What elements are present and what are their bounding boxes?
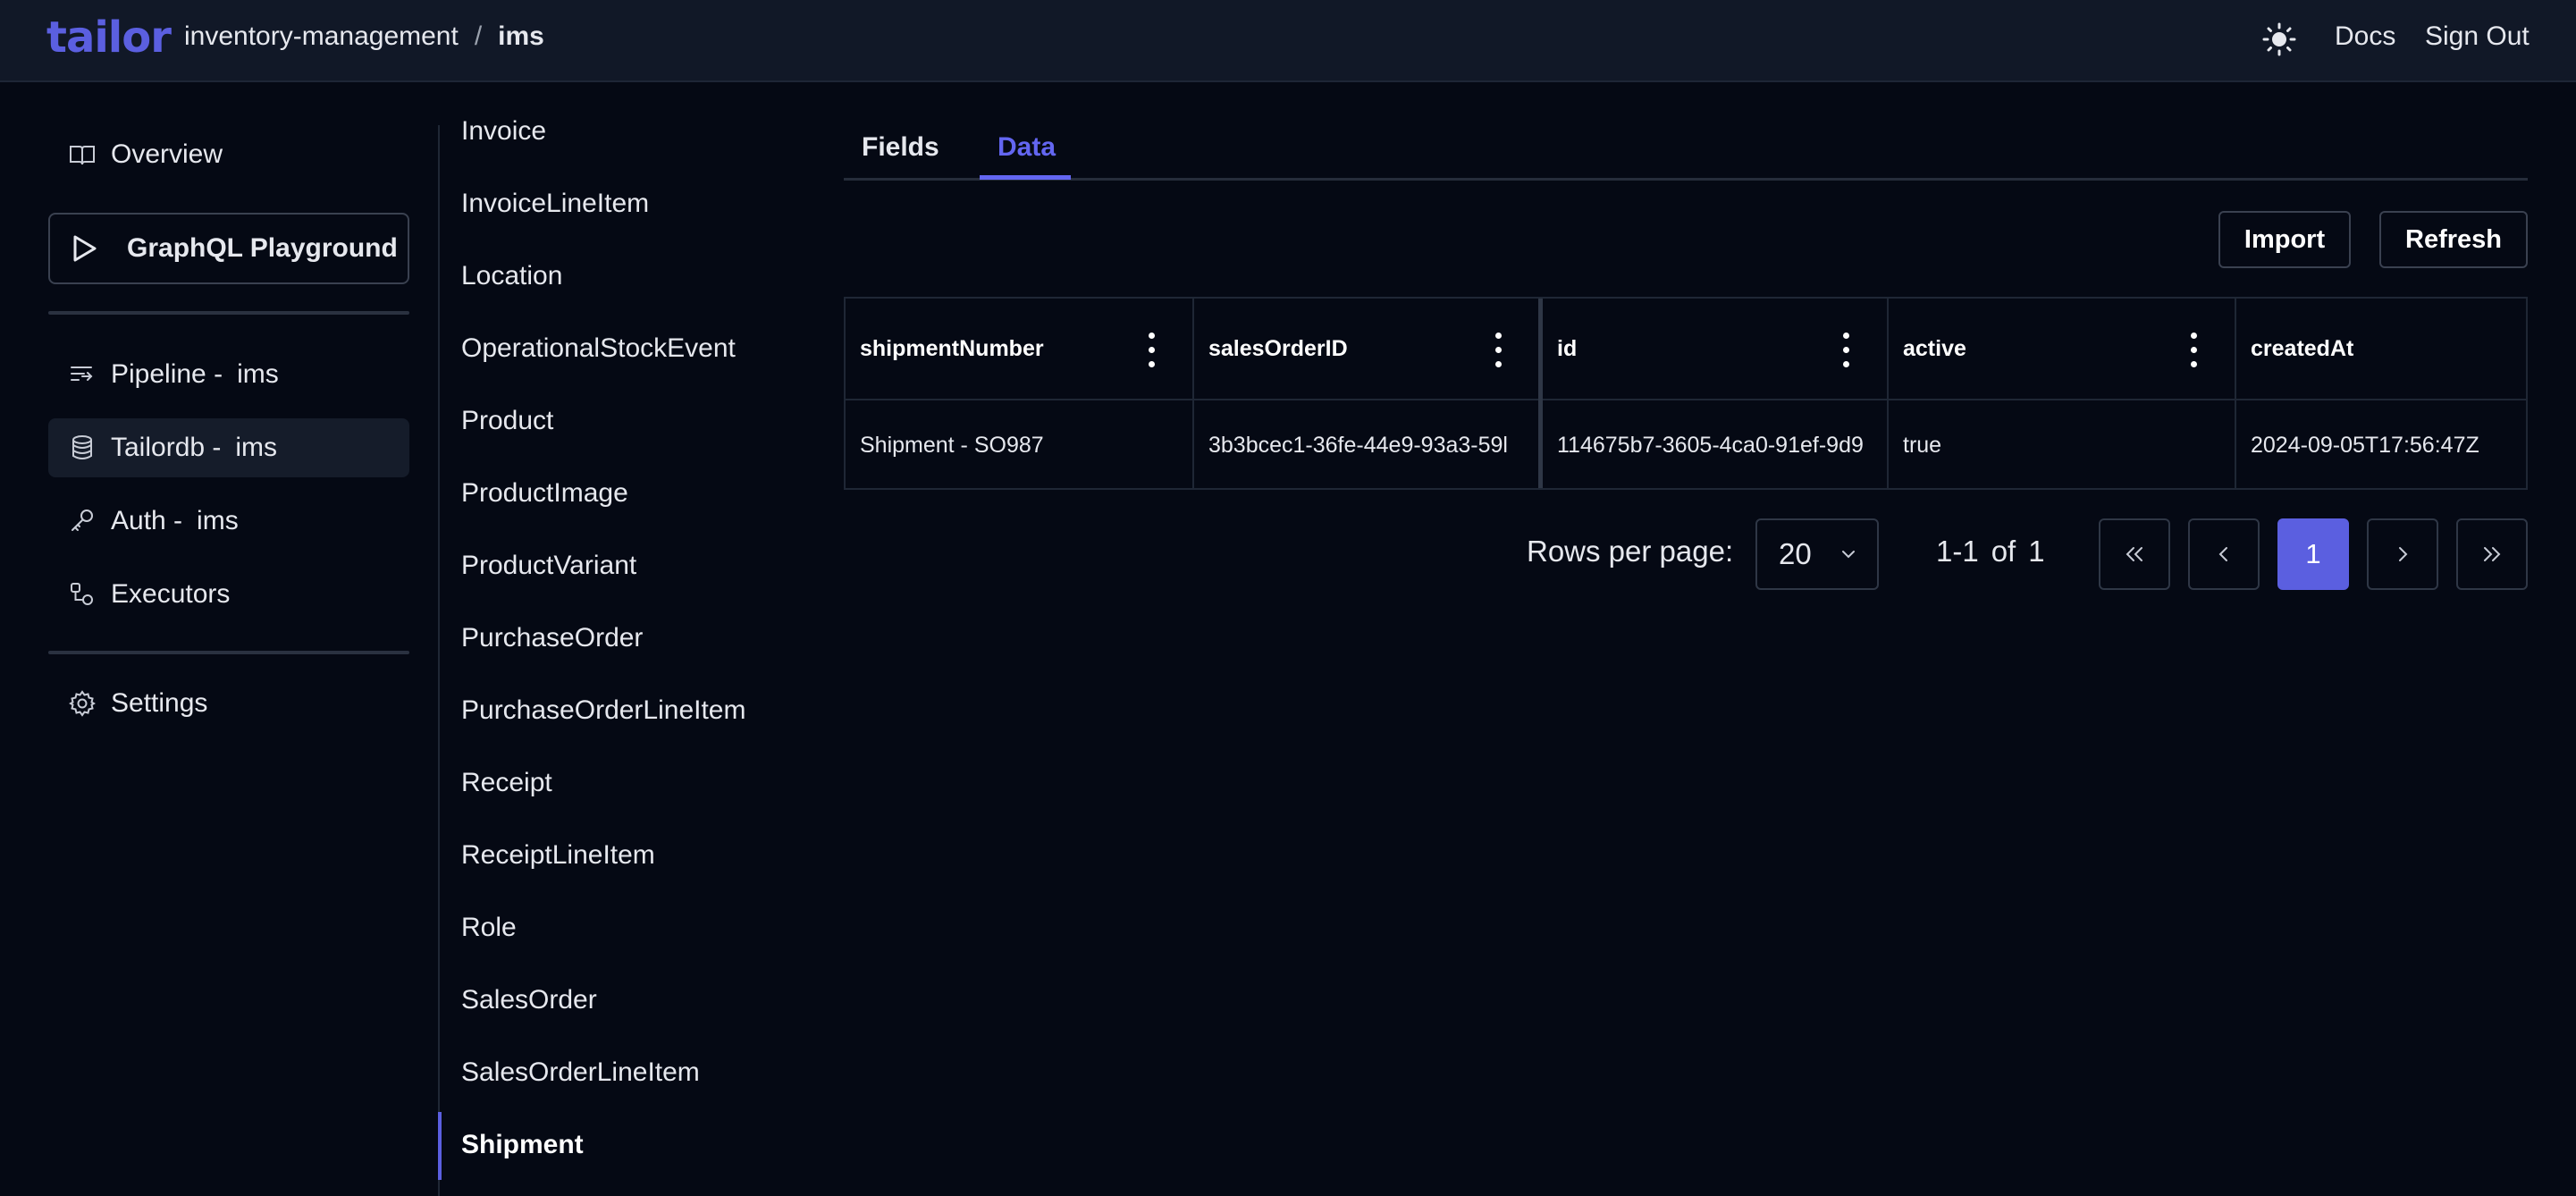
chevron-down-icon [1841,551,1855,559]
docs-link[interactable]: Docs [2335,21,2395,52]
sidebar-item-label: Auth - [111,506,183,535]
chevrons-right-icon [2484,547,2501,561]
tailor-logo[interactable]: tailor [46,13,172,63]
graphql-playground-button[interactable]: GraphQL Playground [48,213,409,284]
sign-out-link[interactable]: Sign Out [2425,21,2530,52]
type-item-receipt[interactable]: Receipt [461,768,552,798]
type-item-purchaseorder[interactable]: PurchaseOrder [461,623,643,653]
page-button-current[interactable]: 1 [2277,518,2349,590]
tab-data[interactable]: Data [998,132,1056,163]
sidebar-item-settings[interactable]: Settings [48,674,409,733]
table-cell-shipmentnumber[interactable]: Shipment - SO987 [846,400,1192,490]
column-header-id[interactable]: id [1543,299,1886,399]
selected-type-indicator [438,1112,442,1180]
sidebar-item-label: Settings [111,688,208,718]
rows-per-page-label: Rows per page: [1527,535,1734,568]
sidebar-item-tailordb[interactable]: Tailordb - ims [48,418,409,477]
column-header-label: id [1557,335,1578,361]
column-header-salesorderid[interactable]: salesOrderID [1194,299,1537,399]
breadcrumb-separator: / [474,21,483,51]
active-tab-underline [980,175,1071,180]
sun-icon[interactable] [2261,21,2297,57]
tab-fields[interactable]: Fields [862,132,939,163]
column-header-label: salesOrderID [1208,335,1348,361]
table-cell-createdat[interactable]: 2024-09-05T17:56:47Z [2236,400,2526,490]
sidebar-item-sub: ims [237,359,279,389]
sidebar-item-sub: ims [197,506,239,535]
rows-per-page-value: 20 [1779,537,1812,570]
sidebar-item-overview[interactable]: Overview [48,125,409,184]
type-item-salesorderlineitem[interactable]: SalesOrderLineItem [461,1057,700,1088]
column-menu-icon[interactable] [1146,333,1157,368]
pagination-total: 1 [2028,535,2045,568]
sidebar-divider [48,311,409,315]
sidebar-item-executors[interactable]: Executors [48,565,409,624]
type-item-shipment[interactable]: Shipment [461,1130,584,1160]
pagination-of-label: of [1991,535,2016,568]
column-menu-icon[interactable] [2188,333,2199,368]
column-header-shipmentnumber[interactable]: shipmentNumber [846,299,1192,399]
pagination-range-value: 1-1 [1936,535,1979,568]
type-list[interactable]: Invoice InvoiceLineItem Location Operati… [440,82,797,1196]
breadcrumb: inventory-management / ims [184,21,544,52]
pagination-range: 1-1 of 1 [1936,535,2045,569]
graphql-playground-label: GraphQL Playground [127,233,398,263]
executors-icon [71,583,93,605]
sidebar-item-label: Executors [111,579,231,609]
sidebar-divider [48,651,409,654]
refresh-button[interactable]: Refresh [2379,211,2528,268]
sidebar-item-auth[interactable]: Auth - ims [48,492,409,551]
import-button[interactable]: Import [2218,211,2351,268]
type-item-productvariant[interactable]: ProductVariant [461,551,636,581]
type-item-product[interactable]: Product [461,406,553,436]
breadcrumb-workspace[interactable]: inventory-management [184,21,459,52]
type-item-location[interactable]: Location [461,261,562,291]
table-cell-id[interactable]: 114675b7-3605-4ca0-91ef-9d9 [1543,400,1886,490]
pipeline-icon [71,366,93,381]
previous-page-button[interactable] [2188,518,2260,590]
tab-bar: Fields Data [844,116,2528,181]
breadcrumb-app[interactable]: ims [498,21,544,52]
column-header-createdat[interactable]: createdAt [2236,299,2526,399]
play-icon [73,235,97,262]
type-item-invoice[interactable]: Invoice [461,116,546,147]
chevron-left-icon [2218,547,2227,561]
sidebar-item-label: Tailordb - [111,433,222,462]
chevrons-left-icon [2126,547,2142,561]
column-menu-icon[interactable] [1840,333,1851,368]
chevron-right-icon [2399,547,2408,561]
next-page-button[interactable] [2367,518,2438,590]
type-item-purchaseorderlineitem[interactable]: PurchaseOrderLineItem [461,695,746,726]
column-header-label: shipmentNumber [860,335,1044,361]
sidebar-item-label: Pipeline - [111,359,223,389]
column-header-label: active [1903,335,1966,361]
column-menu-icon[interactable] [1493,333,1503,368]
type-item-invoicelineitem[interactable]: InvoiceLineItem [461,189,649,219]
type-item-role[interactable]: Role [461,913,517,943]
sidebar-item-label: Overview [111,139,223,169]
type-item-receiptlineitem[interactable]: ReceiptLineItem [461,840,655,871]
first-page-button[interactable] [2099,518,2170,590]
table-cell-salesorderid[interactable]: 3b3bcec1-36fe-44e9-93a3-59l [1194,400,1537,490]
key-icon [72,510,93,531]
type-item-productimage[interactable]: ProductImage [461,478,628,509]
gear-icon [69,690,96,717]
sidebar-item-pipeline[interactable]: Pipeline - ims [48,345,409,404]
book-open-icon [70,146,95,165]
column-header-active[interactable]: active [1889,299,2234,399]
database-icon [72,435,92,459]
last-page-button[interactable] [2456,518,2528,590]
column-header-label: createdAt [2251,335,2354,361]
table-cell-active[interactable]: true [1889,400,2234,490]
type-item-operationalstockevent[interactable]: OperationalStockEvent [461,333,736,364]
rows-per-page-select[interactable]: 20 [1755,518,1879,590]
data-table: shipmentNumber salesOrderID id active cr… [844,297,2528,490]
sidebar-item-sub: ims [235,433,278,462]
type-item-salesorder[interactable]: SalesOrder [461,985,597,1015]
top-header: tailor inventory-management / ims Docs S… [0,0,2576,82]
